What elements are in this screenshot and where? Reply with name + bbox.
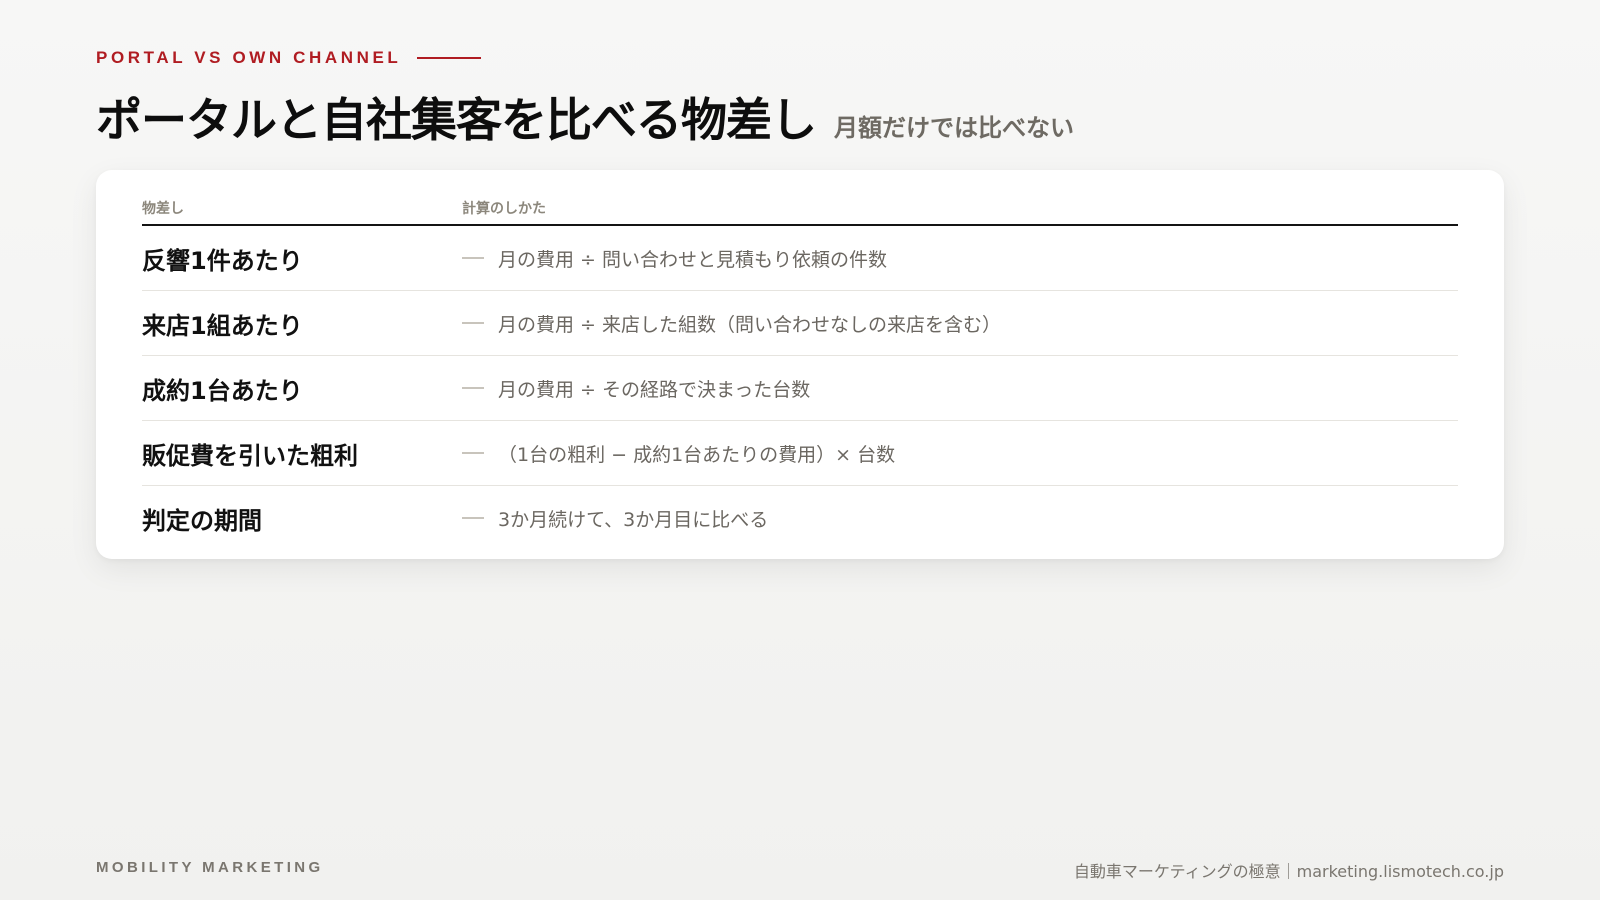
metric-label: 反響1件あたり — [142, 246, 303, 275]
dash-divider — [462, 257, 484, 259]
metric-label: 成約1台あたり — [142, 376, 303, 405]
dash-divider — [462, 452, 484, 454]
table-row: 判定の期間 3か月続けて、3か月目に比べる — [142, 486, 1458, 550]
table-header: 物差し 計算のしかた — [142, 192, 1458, 226]
page-subtitle: 月額だけでは比べない — [834, 114, 1074, 142]
metric-label: 販促費を引いた粗利 — [142, 441, 358, 470]
title-row: ポータルと自社集客を比べる物差し 月額だけでは比べない — [96, 84, 1074, 150]
page-title: ポータルと自社集客を比べる物差し — [96, 93, 817, 147]
metric-label: 判定の期間 — [142, 506, 262, 535]
footer-site: 自動車マーケティングの極意｜marketing.lismotech.co.jp — [1073, 862, 1504, 881]
slide: { "header": { "eyebrow": "PORTAL VS OWN … — [0, 0, 1600, 900]
dash-divider — [462, 322, 484, 324]
column-header-metric: 物差し — [142, 201, 184, 217]
comparison-card: 物差し 計算のしかた 反響1件あたり 月の費用 ÷ 問い合わせと見積もり依頼の件… — [96, 170, 1504, 559]
metrics-table: 物差し 計算のしかた 反響1件あたり 月の費用 ÷ 問い合わせと見積もり依頼の件… — [142, 192, 1458, 550]
table-row: 来店1組あたり 月の費用 ÷ 来店した組数（問い合わせなしの来店を含む） — [142, 291, 1458, 356]
metric-label: 来店1組あたり — [142, 311, 303, 340]
eyebrow: PORTAL VS OWN CHANNEL — [96, 48, 482, 68]
formula-text: 月の費用 ÷ 問い合わせと見積もり依頼の件数 — [498, 248, 888, 271]
formula-text: 月の費用 ÷ その経路で決まった台数 — [498, 378, 811, 401]
dash-divider — [462, 387, 484, 389]
column-header-formula: 計算のしかた — [462, 201, 546, 217]
table-row: 販促費を引いた粗利 （1台の粗利 − 成約1台あたりの費用）× 台数 — [142, 421, 1458, 486]
formula-text: （1台の粗利 − 成約1台あたりの費用）× 台数 — [498, 443, 896, 466]
eyebrow-label: PORTAL VS OWN CHANNEL — [96, 48, 402, 67]
table-row: 反響1件あたり 月の費用 ÷ 問い合わせと見積もり依頼の件数 — [142, 226, 1458, 291]
formula-text: 月の費用 ÷ 来店した組数（問い合わせなしの来店を含む） — [498, 313, 1002, 336]
footer-brand: MOBILITY MARKETING — [96, 859, 324, 876]
table-row: 成約1台あたり 月の費用 ÷ その経路で決まった台数 — [142, 356, 1458, 421]
eyebrow-rule — [417, 57, 482, 59]
formula-text: 3か月続けて、3か月目に比べる — [498, 508, 769, 531]
dash-divider — [462, 517, 484, 519]
